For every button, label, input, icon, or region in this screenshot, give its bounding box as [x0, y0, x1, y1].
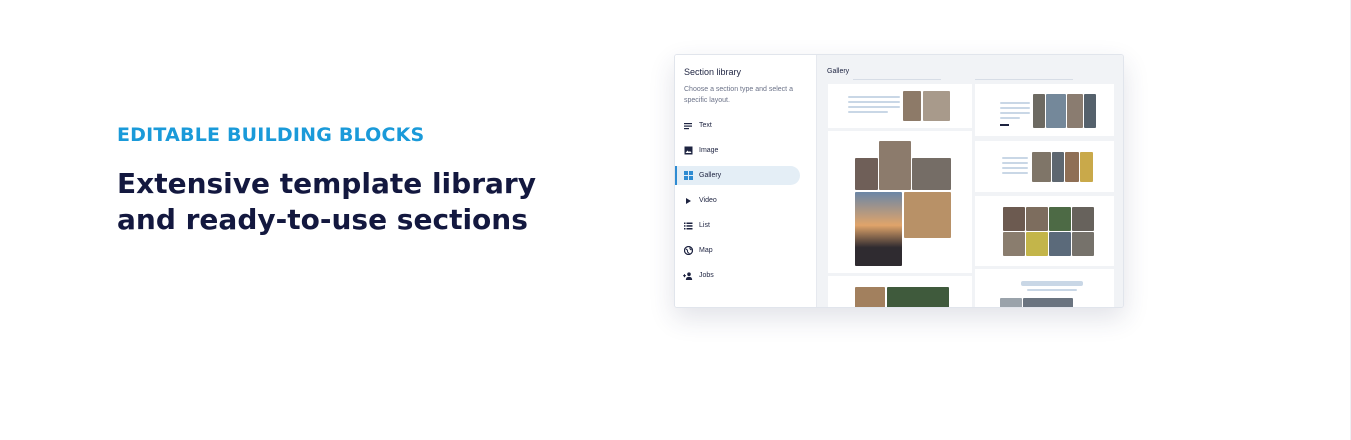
section-type-list[interactable]: List	[675, 216, 800, 235]
gallery-thumbnail	[1026, 207, 1048, 231]
gallery-thumbnail	[904, 192, 951, 238]
section-library-description: Choose a section type and select a speci…	[684, 86, 793, 104]
play-icon	[683, 196, 693, 206]
gallery-thumbnail	[1023, 298, 1073, 307]
gallery-thumbnail	[879, 141, 911, 190]
gallery-thumbnail	[1067, 94, 1083, 128]
gallery-thumbnail	[1084, 94, 1096, 128]
section-library-title: Section library	[684, 67, 742, 77]
gallery-thumbnail	[1049, 207, 1071, 231]
image-icon	[683, 146, 693, 156]
section-type-label: Text	[699, 122, 712, 129]
gallery-thumbnail	[1033, 94, 1045, 128]
section-library-panel: Section library Choose a section type an…	[675, 55, 817, 307]
section-headline: Extensive template library and ready-to-…	[117, 167, 536, 236]
gallery-thumbnail	[1072, 232, 1094, 256]
gallery-layout-photo-grid[interactable]	[975, 196, 1114, 266]
section-type-gallery[interactable]: Gallery	[675, 166, 800, 185]
section-type-image[interactable]: Image	[675, 141, 800, 160]
gallery-layout-text-photos[interactable]	[828, 84, 972, 128]
gallery-thumbnail	[1032, 152, 1051, 182]
gallery-title-underline	[853, 79, 941, 80]
gallery-thumbnail	[912, 158, 951, 190]
text-lines-icon	[683, 121, 693, 131]
gallery-thumbnail	[855, 192, 902, 266]
section-type-text[interactable]: Text	[675, 116, 800, 135]
gallery-thumbnail	[1052, 152, 1064, 182]
person-add-icon	[683, 271, 693, 281]
gallery-thumbnail	[1003, 207, 1025, 231]
gallery-thumbnail	[923, 91, 950, 121]
section-type-label: Map	[699, 247, 713, 254]
gallery-thumbnail	[1000, 298, 1022, 307]
section-type-label: Image	[699, 147, 719, 154]
gallery-thumbnail	[1072, 207, 1094, 231]
grid-icon	[683, 171, 693, 181]
section-type-label: List	[699, 222, 710, 229]
gallery-thumbnail	[1026, 232, 1048, 256]
section-type-label: Video	[699, 197, 717, 204]
gallery-panel-title: Gallery	[827, 68, 850, 75]
gallery-thumbnail	[903, 91, 921, 121]
section-type-video[interactable]: Video	[675, 191, 800, 210]
gallery-layout-text-photo-row[interactable]	[975, 141, 1114, 192]
gallery-thumbnail	[855, 287, 885, 307]
gallery-layout-text-photo-strip[interactable]	[975, 84, 1114, 136]
section-eyebrow: EDITABLE BUILDING BLOCKS	[117, 124, 425, 146]
gallery-thumbnail	[1046, 94, 1066, 128]
section-type-jobs[interactable]: Jobs	[675, 266, 800, 285]
gallery-layout-photo-row[interactable]	[828, 276, 972, 307]
section-type-label: Gallery	[699, 172, 722, 179]
section-type-map[interactable]: Map	[675, 241, 800, 260]
gallery-layout-collage[interactable]	[828, 131, 972, 273]
gallery-layouts-panel: Gallery	[817, 55, 1123, 307]
globe-icon	[683, 246, 693, 256]
gallery-layout-heading-photos[interactable]	[975, 269, 1114, 307]
gallery-thumbnail	[887, 287, 949, 307]
gallery-thumbnail	[1049, 232, 1071, 256]
gallery-thumbnail	[1080, 152, 1093, 182]
gallery-thumbnail	[855, 158, 878, 190]
section-type-label: Jobs	[699, 272, 714, 279]
section-library-preview: Section library Choose a section type an…	[674, 54, 1124, 308]
gallery-thumbnail	[1065, 152, 1079, 182]
gallery-thumbnail	[1003, 232, 1025, 256]
gallery-title-underline	[975, 79, 1073, 80]
list-icon	[683, 221, 693, 231]
